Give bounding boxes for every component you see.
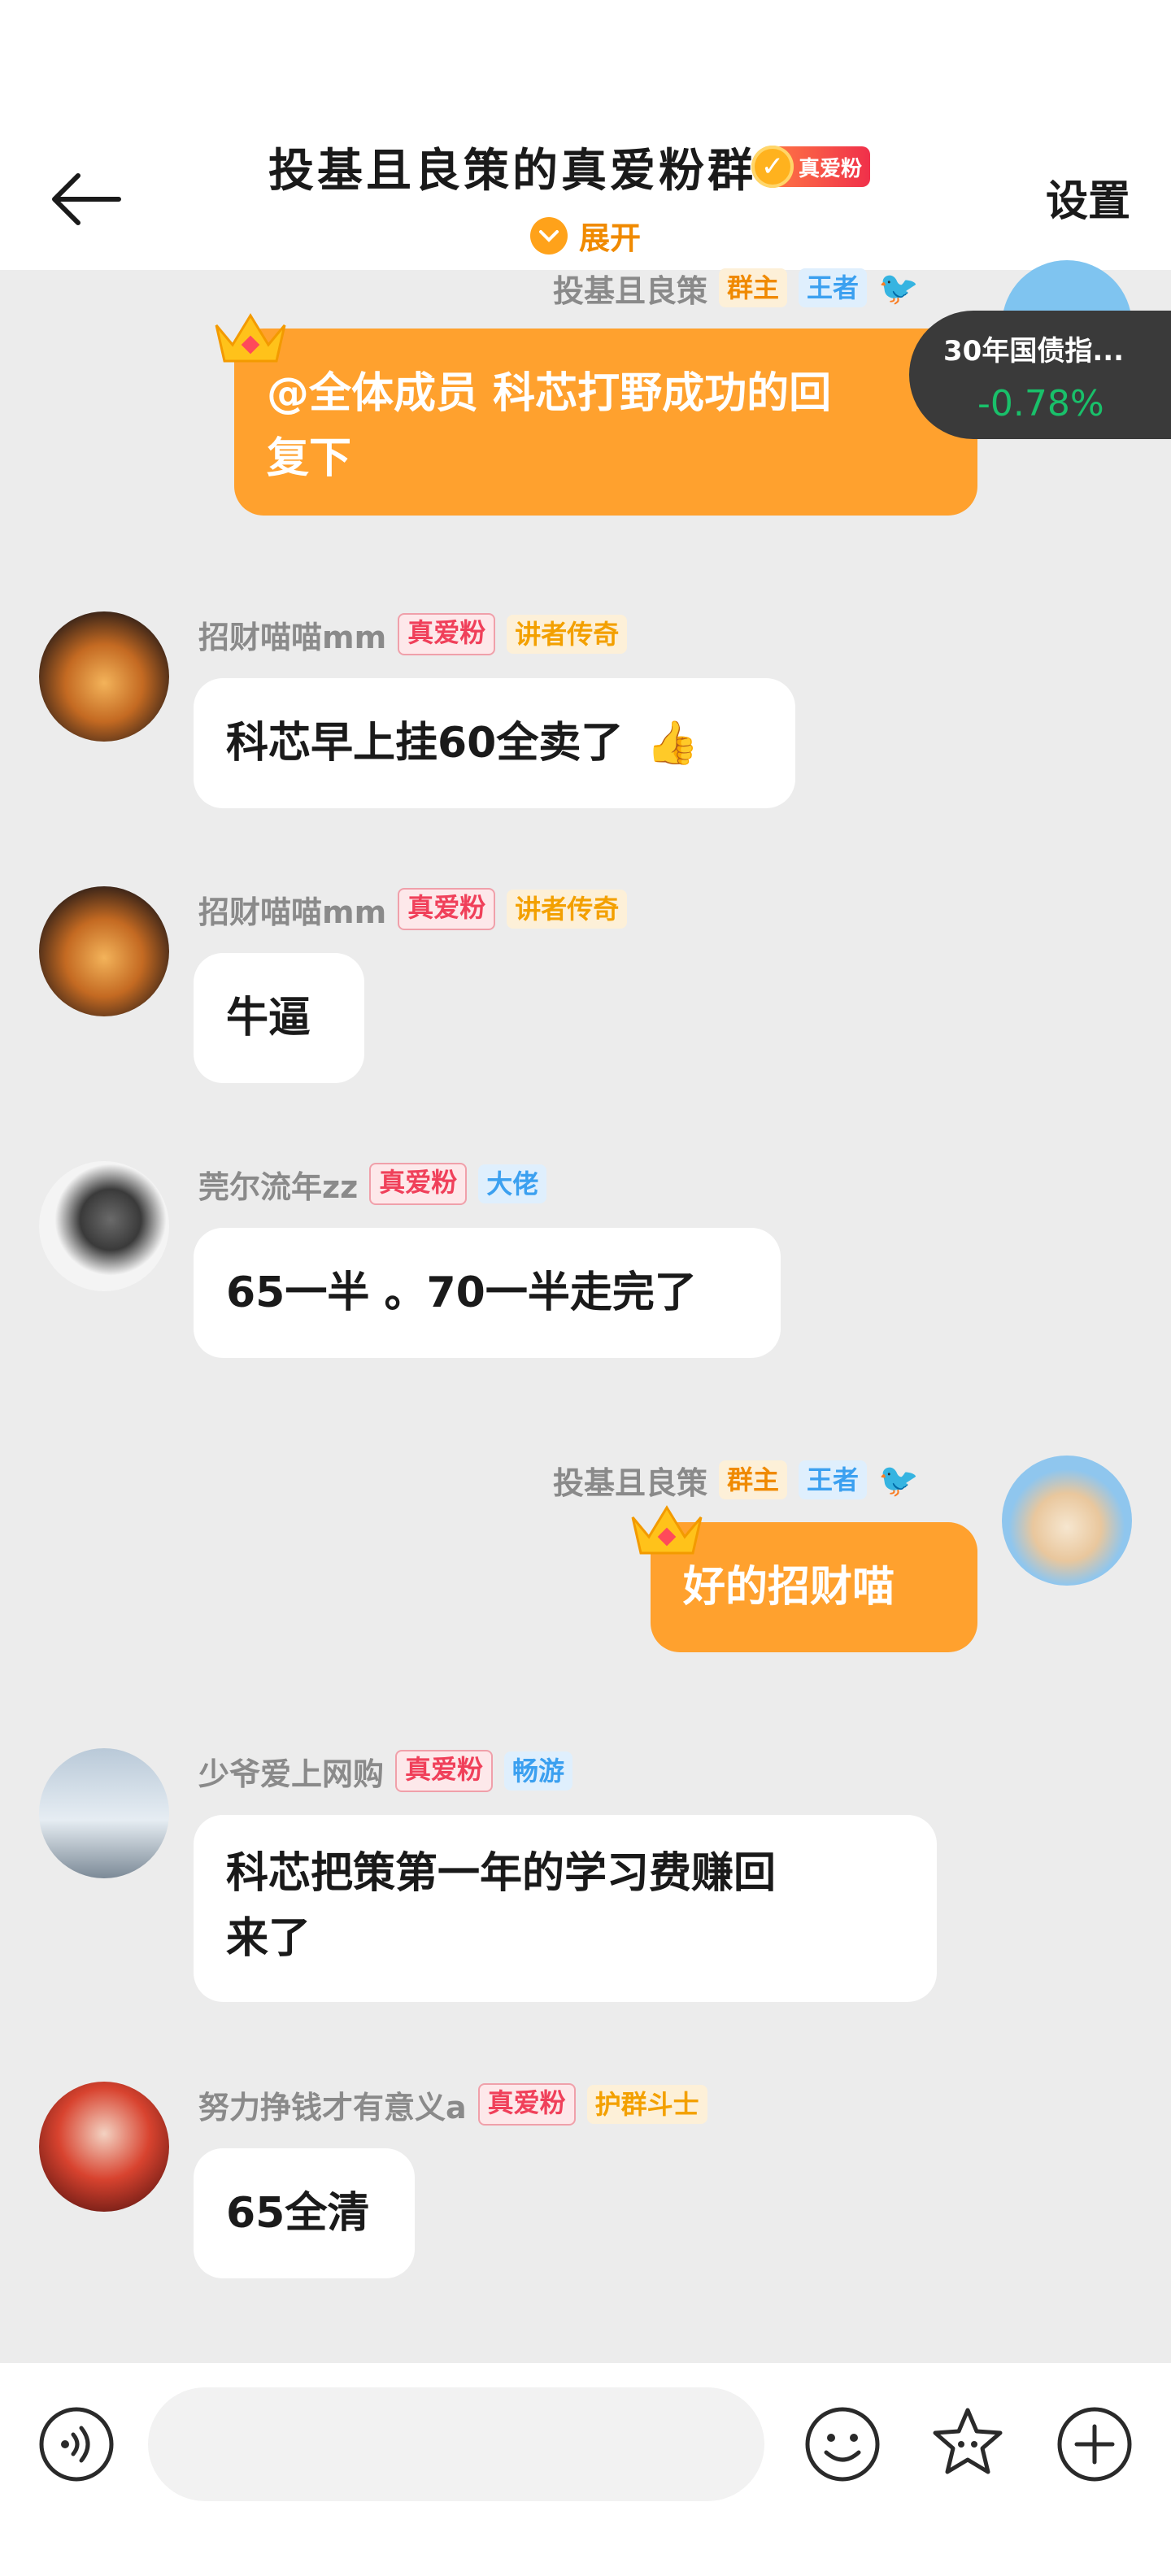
- plus-icon: [1057, 2407, 1132, 2482]
- sender-row: 投基且良策 群主 王者 🐦: [553, 1457, 919, 1503]
- fan-tag: 真爱粉: [398, 613, 496, 655]
- sender-avatar[interactable]: [39, 2082, 169, 2212]
- sender-name: 投基且良策: [553, 272, 708, 309]
- crown-icon: [631, 1505, 703, 1555]
- sender-avatar[interactable]: [39, 1748, 169, 1878]
- sender-row: 投基且良策 群主 王者 🐦: [553, 265, 919, 311]
- level-tag: 王者: [799, 268, 868, 307]
- true-fan-badge: ✓ 真爱粉: [751, 146, 870, 188]
- message-bubble: 科芯把策第一年的学习费赚回 来了: [194, 1815, 937, 2002]
- self-avatar[interactable]: [1002, 1456, 1132, 1586]
- crown-icon: [215, 313, 286, 363]
- message-input[interactable]: [148, 2387, 764, 2501]
- chat-header: 投基且良策的真爱粉群 ✓ 真爱粉 设置 展开: [0, 0, 1171, 270]
- role-tag: 群主: [719, 268, 788, 307]
- sender-avatar[interactable]: [39, 886, 169, 1016]
- sticker-icon: [933, 2408, 1003, 2474]
- sender-avatar[interactable]: [39, 611, 169, 742]
- message-bubble: 65全清: [194, 2148, 415, 2278]
- sender-name: 招财喵喵mm: [198, 894, 387, 930]
- fan-tag: 真爱粉: [398, 888, 496, 930]
- message-bubble: 科芯早上挂60全卖了 👍: [194, 678, 795, 808]
- level-tag: 大佬: [478, 1164, 547, 1203]
- sticker-button[interactable]: [927, 2404, 1008, 2485]
- voice-icon: [39, 2407, 114, 2482]
- fan-tag: 真爱粉: [395, 1750, 494, 1792]
- ticker-change: -0.78%: [977, 383, 1104, 424]
- index-ticker[interactable]: 30年国债指... -0.78%: [909, 311, 1171, 439]
- message-bubble: 牛逼: [194, 953, 364, 1083]
- ticker-name: 30年国债指...: [943, 335, 1125, 368]
- sender-row: 招财喵喵mm 真爱粉 讲者传奇: [198, 886, 628, 932]
- chevron-down-icon: [529, 216, 568, 255]
- expand-button[interactable]: 展开: [0, 213, 1171, 258]
- sender-name: 招财喵喵mm: [198, 619, 387, 655]
- plus-button[interactable]: [1054, 2404, 1135, 2485]
- title-row: 投基且良策的真爱粉群 ✓ 真爱粉: [0, 130, 1171, 203]
- bird-icon: 🐦: [878, 1461, 919, 1499]
- sender-row: 莞尔流年zz 真爱粉 大佬: [198, 1161, 547, 1207]
- sender-avatar[interactable]: [39, 1161, 169, 1291]
- role-tag: 群主: [719, 1460, 788, 1499]
- sender-row: 少爷爱上网购 真爱粉 畅游: [198, 1748, 573, 1794]
- level-tag: 讲者传奇: [507, 615, 628, 654]
- v-check-icon: ✓: [751, 146, 794, 188]
- emoji-button[interactable]: [802, 2404, 883, 2485]
- group-title: 投基且良策的真爱粉群: [268, 144, 756, 198]
- sender-name: 少爷爱上网购: [198, 1756, 385, 1792]
- sender-name: 努力挣钱才有意义a: [198, 2089, 467, 2126]
- level-tag: 讲者传奇: [507, 890, 628, 929]
- message-bubble: 65一半 。70一半走完了: [194, 1228, 781, 1358]
- bird-icon: 🐦: [878, 269, 919, 307]
- message-bubble: @全体成员 科芯打野成功的回 复下: [234, 329, 977, 516]
- fan-tag: 真爱粉: [369, 1163, 468, 1205]
- level-tag: 护群斗士: [586, 2085, 707, 2124]
- sender-row: 努力挣钱才有意义a 真爱粉 护群斗士: [198, 2082, 707, 2127]
- voice-button[interactable]: [36, 2404, 117, 2485]
- sender-name: 莞尔流年zz: [198, 1168, 359, 1205]
- level-tag: 畅游: [504, 1751, 573, 1791]
- sender-row: 招财喵喵mm 真爱粉 讲者传奇: [198, 611, 628, 657]
- fan-tag: 真爱粉: [477, 2083, 576, 2126]
- emoji-icon: [805, 2407, 880, 2482]
- level-tag: 王者: [799, 1460, 868, 1499]
- sender-name: 投基且良策: [553, 1464, 708, 1501]
- input-bar: [0, 2363, 1171, 2576]
- thumbs-up-icon: 👍: [646, 719, 699, 768]
